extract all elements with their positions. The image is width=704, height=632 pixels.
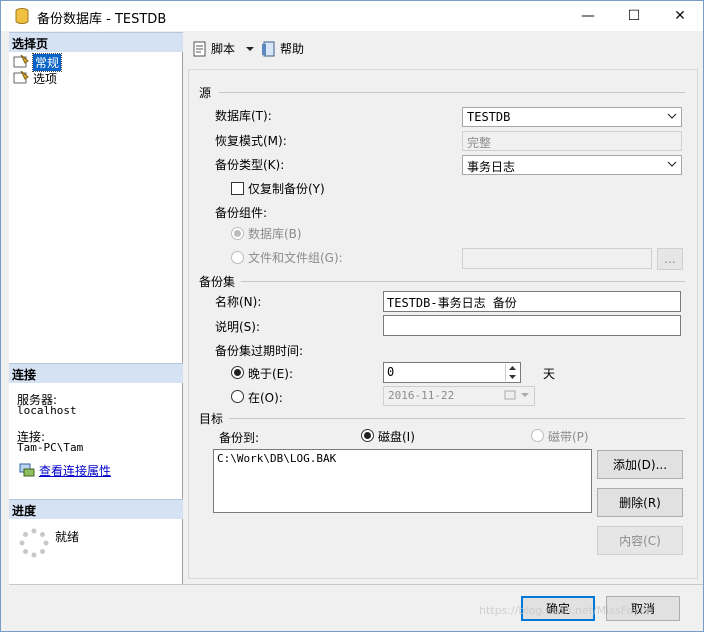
backup-type-label: 备份类型(K):: [215, 158, 285, 172]
page-icon: [13, 71, 29, 84]
database-combo[interactable]: TESTDB: [462, 107, 682, 127]
name-label: 名称(N):: [215, 295, 262, 309]
source-group-title: 源: [199, 86, 212, 100]
add-label: 添加(D)...: [612, 458, 668, 472]
backup-set-group-title: 备份集: [199, 275, 236, 289]
backup-type-value: 事务日志: [467, 160, 516, 174]
page-general-label: 常规: [31, 52, 63, 72]
tape-radio[interactable]: [531, 429, 544, 442]
backup-dialog: 备份数据库 - TESTDB — ☐ ✕ 选择页 常规 选项 连接 服务器: l…: [0, 0, 704, 632]
close-button[interactable]: ✕: [657, 1, 703, 31]
minimize-button[interactable]: —: [565, 1, 611, 31]
title-bar: 备份数据库 - TESTDB — ☐ ✕: [1, 1, 703, 31]
stepper-down-icon[interactable]: [508, 374, 517, 380]
view-connection-properties[interactable]: 查看连接属性: [19, 462, 111, 478]
stepper-up-icon[interactable]: [508, 365, 517, 371]
expire-days-input[interactable]: 0: [383, 362, 521, 383]
chevron-down-icon: [667, 113, 677, 119]
add-destination-button[interactable]: 添加(D)...: [597, 450, 683, 479]
destination-group-title: 目标: [199, 412, 224, 426]
general-page-content: 源 数据库(T): TESTDB 恢复模式(M): 完整 备份类型(K): 事务…: [188, 69, 698, 579]
left-pane: 选择页 常规 选项 连接 服务器: localhost 连接: Tam-PC\T…: [9, 32, 183, 584]
disk-radio[interactable]: [361, 429, 374, 442]
help-label: 帮助: [280, 42, 305, 56]
maximize-icon: ☐: [627, 8, 641, 24]
contents-button[interactable]: 内容(C): [597, 526, 683, 555]
close-icon: ✕: [674, 8, 686, 24]
database-label: 数据库(T):: [215, 109, 272, 123]
page-options-label: 选项: [33, 71, 58, 86]
after-label: 晚于(E):: [248, 367, 293, 381]
days-stepper[interactable]: [505, 364, 519, 381]
right-pane: 脚本 帮助 源 数据库(T): TESTDB 恢复模式(M): 完整 备份类型(…: [184, 32, 703, 584]
copy-only-checkbox[interactable]: [231, 182, 244, 195]
connection-properties-icon: [19, 463, 35, 477]
browse-files-button[interactable]: ...: [657, 248, 683, 270]
tape-label: 磁带(P): [548, 430, 589, 444]
component-label: 备份组件:: [215, 206, 268, 220]
progress-status: 就绪: [55, 530, 80, 544]
remove-label: 删除(R): [619, 496, 661, 510]
calendar-icon: [504, 390, 516, 400]
component-db-label: 数据库(B): [248, 227, 302, 241]
connection-header: 连接: [9, 363, 183, 383]
watermark: https://blog.csdn.net/MissFoyer: [479, 604, 652, 617]
destination-divider: [229, 418, 685, 419]
days-label: 天: [543, 367, 556, 381]
help-icon: [262, 41, 275, 56]
progress-header: 进度: [9, 499, 183, 519]
script-icon: [193, 41, 206, 56]
dropdown-arrow-icon: [246, 46, 255, 51]
toolbar: 脚本 帮助: [184, 32, 703, 64]
desc-label: 说明(S):: [215, 320, 261, 334]
expire-label: 备份集过期时间:: [215, 344, 304, 358]
minimize-icon: —: [581, 8, 595, 24]
conn-value: Tam-PC\Tam: [17, 441, 84, 454]
select-page-header: 选择页: [9, 32, 183, 52]
page-general[interactable]: 常规: [13, 52, 63, 72]
component-files-label: 文件和文件组(G):: [248, 251, 343, 265]
component-files-radio[interactable]: [231, 251, 244, 264]
disk-label: 磁盘(I): [378, 430, 415, 444]
database-icon: [15, 8, 29, 24]
contents-label: 内容(C): [619, 534, 661, 548]
spinner-icon: [19, 528, 49, 558]
view-props-link: 查看连接属性: [39, 463, 112, 478]
script-label: 脚本: [211, 42, 236, 56]
recovery-label: 恢复模式(M):: [215, 134, 287, 148]
remove-destination-button[interactable]: 删除(R): [597, 488, 683, 517]
recovery-value: 完整: [467, 136, 492, 150]
backup-name-value: TESTDB-事务日志 备份: [387, 296, 517, 310]
page-icon: [13, 55, 29, 68]
files-field: [462, 248, 652, 269]
copy-only-label: 仅复制备份(Y): [248, 182, 325, 196]
database-value: TESTDB: [467, 110, 511, 124]
expire-after-radio[interactable]: [231, 366, 244, 379]
source-divider: [219, 92, 685, 93]
on-label: 在(O):: [248, 391, 283, 405]
component-database-radio[interactable]: [231, 227, 244, 240]
page-options[interactable]: 选项: [13, 70, 57, 86]
expire-days-value: 0: [387, 365, 395, 379]
server-value: localhost: [17, 404, 77, 417]
destination-path[interactable]: C:\Work\DB\LOG.BAK: [217, 452, 588, 465]
description-input[interactable]: [383, 315, 681, 336]
destination-list[interactable]: C:\Work\DB\LOG.BAK: [213, 449, 592, 513]
browse-label: ...: [664, 252, 676, 266]
backup-type-combo[interactable]: 事务日志: [462, 155, 682, 175]
expire-date-value: 2016-11-22: [388, 389, 455, 402]
backup-to-label: 备份到:: [219, 431, 260, 445]
script-button[interactable]: 脚本: [192, 40, 255, 57]
backup-name-input[interactable]: TESTDB-事务日志 备份: [383, 291, 681, 312]
chevron-down-icon: [521, 393, 529, 397]
window-title: 备份数据库 - TESTDB: [37, 12, 167, 27]
help-button[interactable]: 帮助: [261, 40, 304, 57]
recovery-field: 完整: [462, 131, 682, 151]
chevron-down-icon: [667, 161, 677, 167]
backup-set-divider: [241, 281, 685, 282]
maximize-button[interactable]: ☐: [611, 1, 657, 31]
expire-on-radio[interactable]: [231, 390, 244, 403]
expire-date-picker[interactable]: 2016-11-22: [383, 386, 535, 406]
